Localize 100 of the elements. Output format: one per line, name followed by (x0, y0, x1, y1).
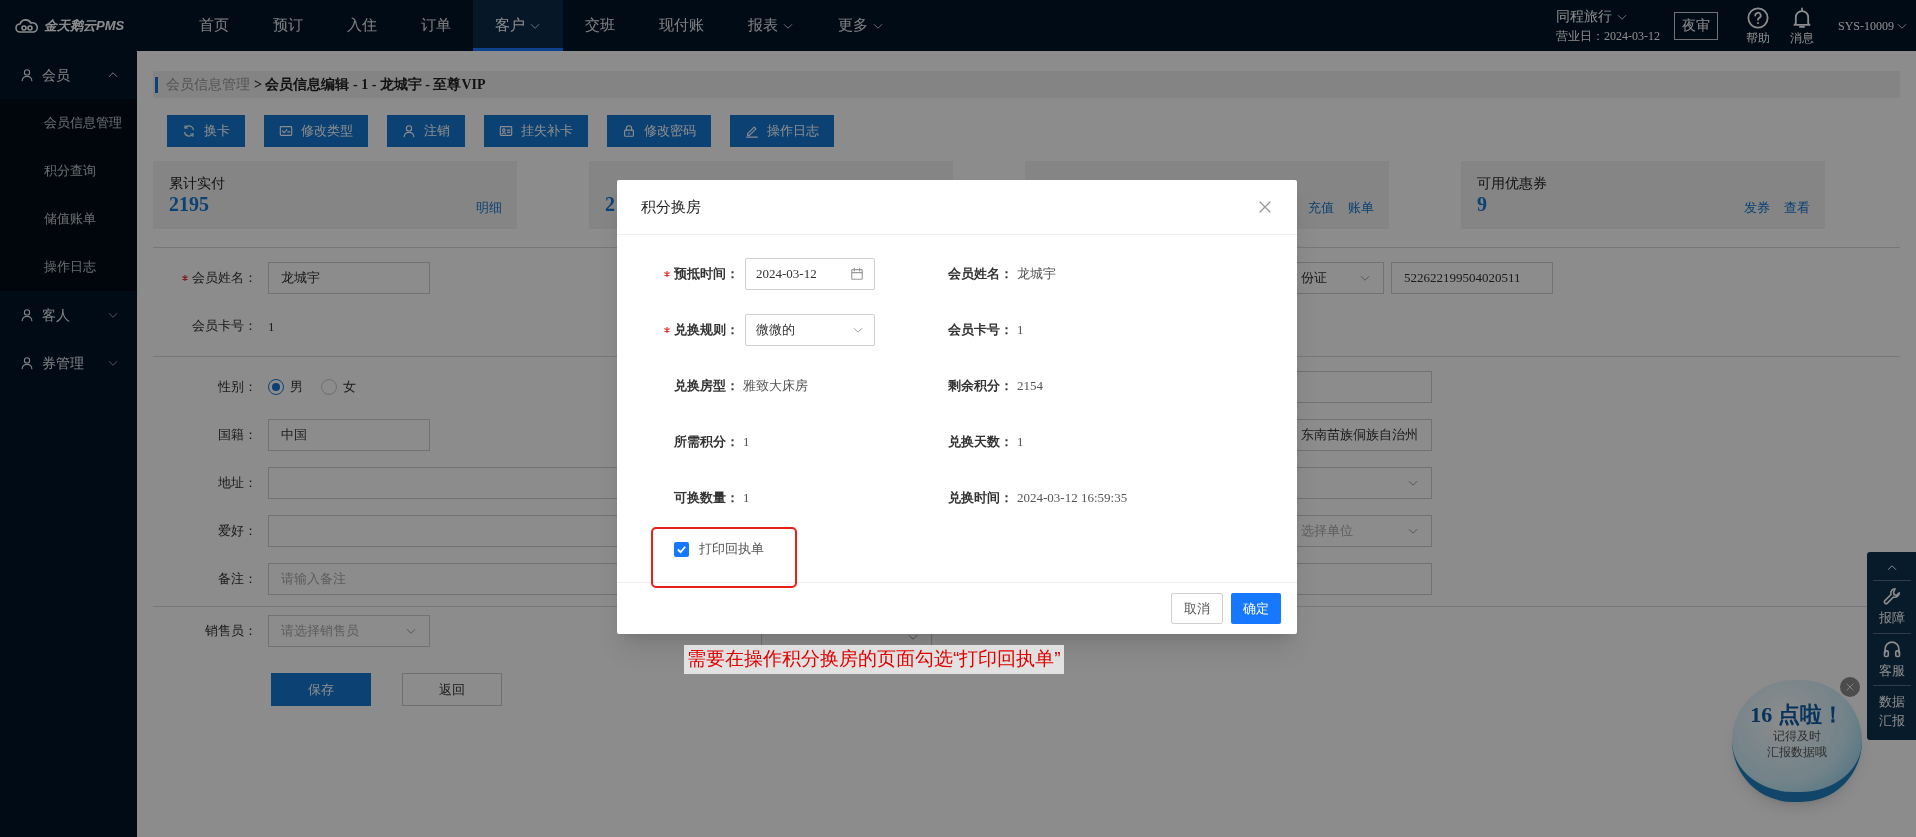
breadcrumb-current: > 会员信息编辑 - 1 - 龙城宇 - 至尊VIP (254, 76, 486, 94)
panel-button[interactable]: 客服 (1872, 632, 1911, 685)
form-button[interactable]: 返回 (402, 673, 502, 706)
user-icon (20, 68, 34, 82)
panel-button[interactable]: 数据汇报 (1872, 685, 1911, 736)
card-icon (279, 124, 293, 138)
action-button[interactable]: 修改类型 (264, 115, 368, 147)
card-link[interactable]: 发券 (1744, 197, 1770, 217)
help-label[interactable]: 帮助 (1746, 28, 1770, 47)
nav-tab[interactable]: 客户 (473, 0, 563, 51)
field-label: 会员卡号： (948, 321, 1013, 340)
sidebar-group[interactable]: 会员 (0, 51, 137, 99)
id-card-icon (499, 124, 513, 138)
dialog-title: 积分换房 (641, 197, 701, 217)
form-label: 会员卡号： (192, 317, 257, 336)
nav-tab[interactable]: 入住 (325, 0, 399, 51)
sidebar-item[interactable]: 操作日志 (0, 243, 137, 291)
dialog-button[interactable]: 取消 (1171, 593, 1223, 624)
field-label: 所需积分： (674, 433, 739, 452)
select-field[interactable]: 微微的 (745, 314, 875, 346)
nav-tab[interactable]: 预订 (251, 0, 325, 51)
input-field[interactable]: 中国 (268, 419, 430, 451)
form-button[interactable]: 保存 (271, 673, 371, 706)
radio-label[interactable]: 女 (343, 377, 356, 397)
calendar-icon (850, 267, 864, 281)
checkbox-label[interactable]: 打印回执单 (699, 539, 764, 559)
nav-tab[interactable]: 更多 (816, 0, 906, 51)
field-label: 剩余积分： (948, 377, 1013, 396)
user-icon (20, 308, 34, 322)
sidebar-item[interactable]: 积分查询 (0, 147, 137, 195)
sidebar-item[interactable]: 储值账单 (0, 195, 137, 243)
field-label: 兑换时间： (948, 489, 1013, 508)
lock-icon (622, 124, 636, 138)
action-button[interactable]: 挂失补卡 (484, 115, 588, 147)
card-link[interactable]: 充值 (1308, 197, 1334, 217)
field-label: 兑换规则： (674, 321, 739, 340)
field-value: 1 (1017, 433, 1024, 452)
headset-icon (1881, 638, 1902, 659)
field-label: 可换数量： (674, 489, 739, 508)
user-icon (402, 124, 416, 138)
form-label: 国籍： (218, 426, 257, 445)
wrench-icon (1881, 586, 1902, 606)
edit-icon (745, 124, 759, 138)
night-audit-button[interactable]: 夜审 (1674, 11, 1718, 40)
field-label: 会员姓名： (948, 265, 1013, 284)
form-label: 性别： (218, 378, 257, 397)
reminder-bubble[interactable]: 16 点啦！ 记得及时 汇报数据哦 (1732, 680, 1862, 802)
user-menu[interactable]: SYS-10009 (1838, 16, 1908, 35)
help-icon (1747, 6, 1769, 29)
action-button[interactable]: 修改密码 (607, 115, 711, 147)
field-value: 1 (268, 318, 275, 334)
stat-title: 累计实付 (169, 175, 226, 191)
bell-icon (1791, 6, 1813, 29)
field-label: 兑换房型： (674, 377, 739, 396)
hotel-selector[interactable]: 同程旅行 (1556, 6, 1660, 27)
sidebar-group[interactable]: 券管理 (0, 339, 137, 387)
reminder-text: 汇报数据哦 (1767, 744, 1827, 760)
form-label: 爱好： (218, 522, 257, 541)
stat-value: 2 (605, 192, 615, 217)
field-value: 龙城宇 (1017, 265, 1056, 284)
close-button[interactable] (1257, 199, 1273, 215)
nav-tab[interactable]: 现付账 (637, 0, 726, 51)
sidebar-group[interactable]: 客人 (0, 291, 137, 339)
dialog-button[interactable]: 确定 (1231, 593, 1281, 624)
field-value: 2154 (1017, 377, 1043, 396)
app-logo: 金天鹅云PMS (44, 16, 125, 35)
field-value: 1 (743, 489, 750, 508)
close-button[interactable] (1840, 677, 1860, 697)
messages-label[interactable]: 消息 (1790, 28, 1814, 47)
nav-tab[interactable]: 报表 (726, 0, 816, 51)
form-label: 备注： (218, 570, 257, 589)
checkbox[interactable] (674, 541, 689, 557)
nav-tab[interactable]: 首页 (177, 0, 251, 51)
stat-title: 可用优惠券 (1477, 175, 1548, 191)
cloud-logo-icon (14, 17, 40, 34)
radio-label[interactable]: 男 (290, 377, 303, 397)
reminder-text: 记得及时 (1773, 728, 1821, 744)
field-value: 1 (1017, 321, 1024, 340)
stat-value: 9 (1477, 192, 1487, 217)
input-field[interactable]: 龙城宇 (268, 262, 430, 294)
field-label: 兑换天数： (948, 433, 1013, 452)
nav-tab[interactable]: 订单 (399, 0, 473, 51)
close-icon (1257, 199, 1273, 215)
sidebar-item[interactable]: 会员信息管理 (0, 99, 137, 147)
card-link[interactable]: 明细 (476, 197, 502, 217)
date-field[interactable]: 2024-03-12 (745, 258, 875, 290)
action-button[interactable]: 换卡 (167, 115, 245, 147)
input-field[interactable]: 522622199504020511 (1391, 262, 1553, 294)
panel-button[interactable]: 报障 (1872, 580, 1911, 633)
card-link[interactable]: 账单 (1348, 197, 1374, 217)
field-value: 雅致大床房 (743, 377, 808, 396)
action-button[interactable]: 操作日志 (730, 115, 834, 147)
refresh-icon (182, 124, 196, 138)
nav-tab[interactable]: 交班 (563, 0, 637, 51)
business-date: 营业日：2024-03-12 (1556, 28, 1660, 45)
form-label: 会员姓名： (192, 269, 257, 288)
card-link[interactable]: 查看 (1784, 197, 1810, 217)
stat-value: 2195 (169, 192, 209, 217)
action-button[interactable]: 注销 (387, 115, 465, 147)
field-label: 预抵时间： (674, 265, 739, 284)
